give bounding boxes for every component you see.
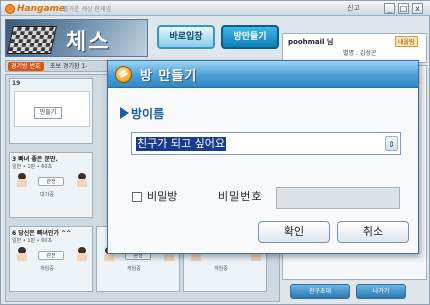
close-window-button[interactable]: x xyxy=(412,3,423,14)
room-card[interactable]: 19 만들기 xyxy=(9,78,93,144)
room-name-value[interactable]: 친구가 되고 싶어요 xyxy=(136,137,226,151)
room-state: 게임중 xyxy=(40,266,54,272)
player-avatar xyxy=(76,247,88,261)
room-name-combobox[interactable]: 친구가 되고 싶어요 ⇕ xyxy=(131,132,401,155)
create-room-slot-button[interactable]: 만들기 xyxy=(34,107,62,119)
dialog-body: 방이름 친구가 되고 싶어요 ⇕ 비밀방 비밀번호 확인 취소 xyxy=(108,89,418,253)
password-field[interactable] xyxy=(276,187,400,209)
tab-room-number[interactable]: 경기방 번호 xyxy=(8,62,44,71)
tab-level[interactable]: 초보 경기장 1- xyxy=(50,62,87,71)
hangame-logo: Hangame xyxy=(5,3,65,14)
bottom-bar: 친구초대 나가기 xyxy=(282,282,427,302)
room-state: 대기중 xyxy=(40,192,54,198)
invite-friend-button[interactable]: 친구초대 xyxy=(290,284,350,299)
logo-mark-icon xyxy=(5,3,15,14)
room-name-label: 방이름 xyxy=(120,105,164,122)
cancel-button[interactable]: 취소 xyxy=(337,221,409,243)
tools-icon xyxy=(115,66,132,83)
room-card[interactable]: 3 빠녀 좋은 분만. 일반 • 1판 • 60초 관전 대기중 xyxy=(9,152,93,218)
room-number: 19 xyxy=(12,80,21,87)
triangle-right-icon xyxy=(120,107,129,119)
room-state: 게임중 xyxy=(127,266,141,272)
dialog-titlebar[interactable]: 방 만들기 xyxy=(108,61,418,88)
maximize-button[interactable]: □ xyxy=(398,3,409,14)
room-info: 일반 • 1판 • 60초 xyxy=(12,164,53,170)
room-name-label-text: 방이름 xyxy=(131,107,165,121)
room-title: 6 당신은 빠녀인가 ^^ xyxy=(12,230,72,237)
player-avatar xyxy=(16,247,28,261)
profile-nickname: 별명 : 김성곤 xyxy=(343,50,377,57)
minimize-button[interactable]: _ xyxy=(384,3,395,14)
report-button[interactable]: 신고 xyxy=(347,3,360,13)
password-label: 비밀번호 xyxy=(218,190,263,203)
chess-board-image xyxy=(7,26,57,54)
player-avatar xyxy=(76,173,88,187)
quick-join-button[interactable]: 바로입장 xyxy=(157,25,215,49)
make-room-dialog: 방 만들기 방이름 친구가 되고 싶어요 ⇕ 비밀방 비밀번호 확인 취소 xyxy=(107,60,419,254)
make-room-button[interactable]: 방만들기 xyxy=(221,25,279,49)
room-state: 게임중 xyxy=(214,266,228,272)
spin-arrows-icon[interactable]: ⇕ xyxy=(385,136,398,151)
window-titlebar: Hangame 즐거운 세상 한게임 신고 _ □ x xyxy=(1,1,430,16)
dialog-title: 방 만들기 xyxy=(140,69,198,84)
private-room-checkbox[interactable] xyxy=(132,192,142,202)
logo-text: Hangame xyxy=(17,3,66,14)
brand-slogan: 즐거운 세상 한게임 xyxy=(63,6,111,13)
player-avatar xyxy=(16,173,28,187)
watch-button[interactable]: 관전 xyxy=(38,251,64,260)
confirm-button[interactable]: 확인 xyxy=(258,221,330,243)
watch-button[interactable]: 관전 xyxy=(38,177,64,186)
room-info: 일반 • 1판 • 60초 xyxy=(12,238,53,244)
profile-badge[interactable]: 내올림 xyxy=(395,36,418,47)
private-room-label[interactable]: 비밀방 xyxy=(147,188,177,204)
game-banner: 체스 xyxy=(5,19,148,57)
room-card[interactable]: 6 당신은 빠녀인가 ^^ 일반 • 1판 • 60초 관전 게임중 xyxy=(9,226,93,292)
profile-name: poohmail 님 xyxy=(288,38,334,46)
leave-button[interactable]: 나가기 xyxy=(356,284,406,299)
game-title: 체스 xyxy=(66,30,111,55)
room-title: 3 빠녀 좋은 분만. xyxy=(12,156,58,163)
profile-panel: poohmail 님 내올림 별명 : 김성곤 xyxy=(282,33,427,63)
